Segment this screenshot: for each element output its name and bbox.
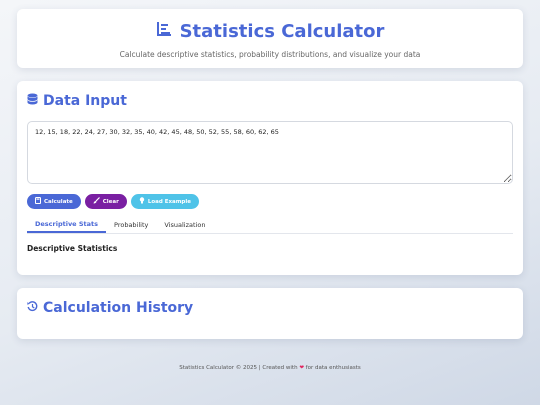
tab-descriptive-stats[interactable]: Descriptive Stats xyxy=(27,216,107,233)
database-icon xyxy=(27,93,38,109)
brush-icon xyxy=(93,197,100,206)
history-icon xyxy=(27,300,38,316)
tab-visualization[interactable]: Visualization xyxy=(156,216,213,233)
data-input-field[interactable]: 12, 15, 18, 22, 24, 27, 30, 32, 35, 40, … xyxy=(27,121,513,184)
data-input-title-text: Data Input xyxy=(43,93,127,109)
page-subtitle: Calculate descriptive statistics, probab… xyxy=(119,50,421,59)
action-buttons: Calculate Clear Load Example xyxy=(27,194,513,209)
bar-chart-icon xyxy=(156,21,172,42)
data-input-title: Data Input xyxy=(27,93,513,109)
tab-probability[interactable]: Probability xyxy=(106,216,156,233)
header-card: Statistics Calculator Calculate descript… xyxy=(17,9,523,68)
history-card: Calculation History xyxy=(17,288,523,339)
data-input-card: Data Input 12, 15, 18, 22, 24, 27, 30, 3… xyxy=(17,81,523,275)
page-title: Statistics Calculator xyxy=(17,21,523,42)
load-example-label: Load Example xyxy=(147,198,191,205)
footer: Statistics Calculator © 2025 | Created w… xyxy=(0,365,540,371)
tab-bar: Descriptive Stats Probability Visualizat… xyxy=(27,216,513,234)
history-title: Calculation History xyxy=(27,300,513,316)
heart-icon: ❤ xyxy=(299,365,304,371)
calculator-icon xyxy=(35,197,41,206)
history-title-text: Calculation History xyxy=(43,300,194,316)
lightbulb-icon xyxy=(139,197,145,206)
calculate-button[interactable]: Calculate xyxy=(27,194,81,209)
load-example-button[interactable]: Load Example xyxy=(130,194,199,209)
tab-content-title: Descriptive Statistics xyxy=(27,244,118,253)
clear-button[interactable]: Clear xyxy=(84,194,127,209)
clear-label: Clear xyxy=(102,198,119,205)
page-title-text: Statistics Calculator xyxy=(179,21,385,42)
footer-text-after: for data enthusiasts xyxy=(305,365,361,371)
calculate-label: Calculate xyxy=(44,198,73,205)
footer-text-before: Statistics Calculator © 2025 | Created w… xyxy=(179,365,298,371)
